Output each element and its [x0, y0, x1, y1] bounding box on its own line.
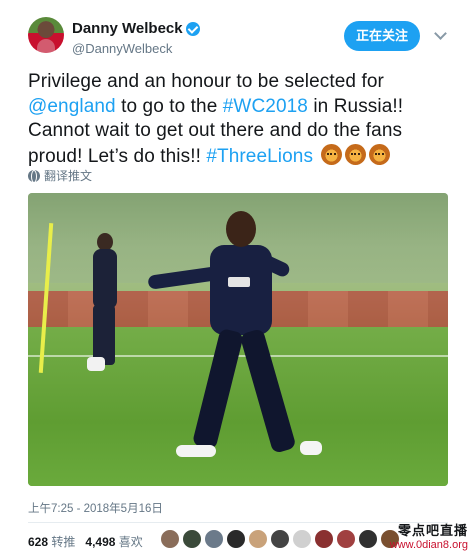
watermark: 零点吧直播 www.0dian8.org: [368, 520, 468, 551]
like-label: 喜欢: [118, 535, 143, 549]
liker-avatars: [160, 529, 402, 551]
author-names: Danny Welbeck @DannyWelbeck: [72, 20, 200, 56]
verified-badge-icon: [185, 21, 200, 36]
watermark-title: 零点吧直播: [397, 523, 468, 538]
tweet-stats: 628 转推 4,498 喜欢: [28, 533, 153, 550]
tweet-photo[interactable]: [28, 193, 448, 486]
avatar[interactable]: [28, 17, 64, 53]
mention-link[interactable]: @england: [28, 96, 116, 117]
lion-face-emoji: [369, 143, 391, 165]
retweet-label: 转推: [51, 535, 76, 549]
watermark-url: www.0dian8.org: [389, 539, 468, 551]
chevron-down-icon[interactable]: [434, 27, 447, 40]
translate-label: 翻译推文: [44, 169, 93, 183]
globe-icon: [28, 170, 40, 183]
tweet-text: Privilege and an honour to be selected f…: [28, 70, 458, 169]
user-handle[interactable]: @DannyWelbeck: [72, 41, 200, 56]
tweet-timestamp[interactable]: 上午7:25 - 2018年5月16日: [28, 500, 163, 516]
liker-avatar[interactable]: [314, 529, 334, 549]
liker-avatar[interactable]: [248, 529, 268, 549]
lion-face-emoji: [345, 143, 367, 165]
like-stat[interactable]: 4,498 喜欢: [85, 535, 142, 549]
liker-avatar[interactable]: [204, 529, 224, 549]
retweet-count: 628: [28, 535, 49, 549]
liker-avatar[interactable]: [226, 529, 246, 549]
liker-avatar[interactable]: [292, 529, 312, 549]
liker-avatar[interactable]: [270, 529, 290, 549]
photo-background-player: [83, 233, 123, 373]
following-button[interactable]: 正在关注: [344, 21, 420, 51]
tweet-header: Danny Welbeck @DannyWelbeck 正在关注: [28, 17, 458, 61]
liker-avatar[interactable]: [160, 529, 180, 549]
lion-face-emoji: [321, 143, 343, 165]
display-name[interactable]: Danny Welbeck: [72, 20, 183, 37]
liker-avatar[interactable]: [182, 529, 202, 549]
hashtag-link-wc2018[interactable]: #WC2018: [223, 96, 308, 117]
like-count: 4,498: [85, 535, 116, 549]
tweet-text-part: Privilege and an honour to be selected f…: [28, 71, 384, 92]
retweet-stat[interactable]: 628 转推: [28, 535, 75, 549]
hashtag-link-threelions[interactable]: #ThreeLions: [206, 146, 313, 167]
photo-main-player: [147, 211, 358, 481]
liker-avatar[interactable]: [336, 529, 356, 549]
translate-tweet-link[interactable]: 翻译推文: [28, 167, 92, 184]
tweet-text-part: to go to the: [115, 95, 223, 117]
